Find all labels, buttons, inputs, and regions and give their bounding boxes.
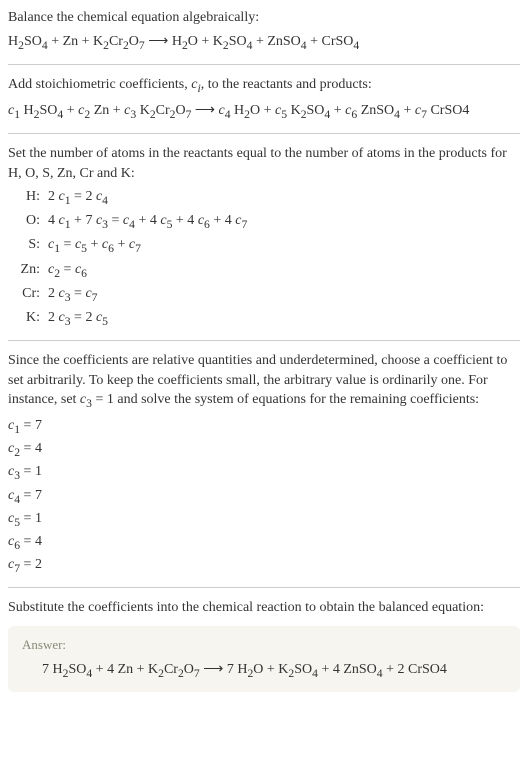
- atom-equation-row: S:c1 = c5 + c6 + c7: [8, 235, 520, 257]
- unbalanced-equation: H2SO4 + Zn + K2Cr2O7 ⟶ H2O + K2SO4 + ZnS…: [8, 32, 520, 54]
- coefficient-value: c2 = 4: [8, 439, 520, 461]
- coefficient-value: c4 = 7: [8, 486, 520, 508]
- intro-2: Add stoichiometric coefficients, ci, to …: [8, 75, 520, 97]
- intro-1: Balance the chemical equation algebraica…: [8, 8, 520, 28]
- element-label: Zn:: [8, 260, 48, 280]
- element-label: S:: [8, 235, 48, 255]
- element-label: O:: [8, 211, 48, 231]
- element-label: K:: [8, 308, 48, 328]
- element-label: H:: [8, 187, 48, 207]
- divider: [8, 133, 520, 134]
- coefficient-value: c3 = 1: [8, 462, 520, 484]
- coefficient-value: c6 = 4: [8, 532, 520, 554]
- divider: [8, 340, 520, 341]
- element-equation: c1 = c5 + c6 + c7: [48, 235, 141, 257]
- atom-equation-row: H:2 c1 = 2 c4: [8, 187, 520, 209]
- atom-equation-row: Zn:c2 = c6: [8, 260, 520, 282]
- intro-4: Since the coefficients are relative quan…: [8, 351, 520, 412]
- divider: [8, 587, 520, 588]
- coeff-equation: c1 H2SO4 + c2 Zn + c3 K2Cr2O7 ⟶ c4 H2O +…: [8, 101, 520, 123]
- intro-5: Substitute the coefficients into the che…: [8, 598, 520, 618]
- intro-3: Set the number of atoms in the reactants…: [8, 144, 520, 183]
- element-equation: 4 c1 + 7 c3 = c4 + 4 c5 + 4 c6 + 4 c7: [48, 211, 247, 233]
- atom-equation-row: O:4 c1 + 7 c3 = c4 + 4 c5 + 4 c6 + 4 c7: [8, 211, 520, 233]
- element-equation: c2 = c6: [48, 260, 87, 282]
- element-label: Cr:: [8, 284, 48, 304]
- element-equation: 2 c1 = 2 c4: [48, 187, 108, 209]
- atom-equation-row: K:2 c3 = 2 c5: [8, 308, 520, 330]
- coefficient-solutions: c1 = 7c2 = 4c3 = 1c4 = 7c5 = 1c6 = 4c7 =…: [8, 416, 520, 577]
- coefficient-value: c1 = 7: [8, 416, 520, 438]
- coefficient-value: c7 = 2: [8, 555, 520, 577]
- balanced-equation: 7 H2SO4 + 4 Zn + K2Cr2O7 ⟶ 7 H2O + K2SO4…: [22, 660, 506, 682]
- atom-equations: H:2 c1 = 2 c4O:4 c1 + 7 c3 = c4 + 4 c5 +…: [8, 187, 520, 330]
- element-equation: 2 c3 = c7: [48, 284, 98, 306]
- element-equation: 2 c3 = 2 c5: [48, 308, 108, 330]
- atom-equation-row: Cr:2 c3 = c7: [8, 284, 520, 306]
- answer-box: Answer: 7 H2SO4 + 4 Zn + K2Cr2O7 ⟶ 7 H2O…: [8, 626, 520, 692]
- divider: [8, 64, 520, 65]
- answer-label: Answer:: [22, 636, 506, 654]
- coefficient-value: c5 = 1: [8, 509, 520, 531]
